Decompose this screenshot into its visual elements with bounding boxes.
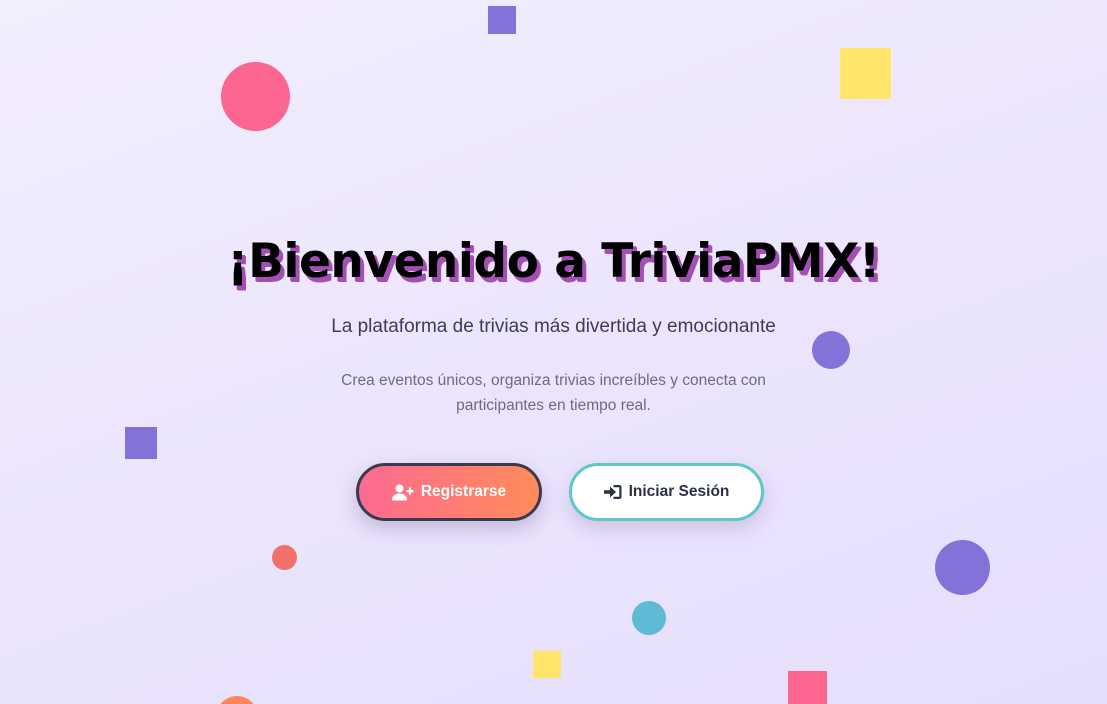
hero-section: ¡Bienvenido a TriviaPMX! La plataforma d…	[0, 222, 1107, 418]
hero-description: Crea eventos únicos, organiza trivias in…	[341, 372, 766, 414]
confetti-circle-teal	[632, 601, 666, 635]
login-button[interactable]: Iniciar Sesión	[569, 463, 764, 521]
confetti-square-purple-left	[125, 427, 157, 459]
sign-in-icon	[603, 484, 622, 500]
user-plus-icon	[391, 484, 414, 501]
register-button-label: Registrarse	[420, 483, 507, 500]
confetti-square-pink-bottom	[788, 671, 827, 704]
action-buttons: Registrarse Iniciar Sesión	[356, 463, 764, 521]
confetti-circle-purple-large	[935, 540, 990, 595]
login-button-label: Iniciar Sesión	[628, 483, 730, 500]
confetti-square-purple-top	[488, 6, 516, 34]
confetti-circle-coral	[272, 545, 297, 570]
confetti-square-yellow-bottom	[533, 651, 561, 678]
confetti-circle-orange-bottom	[216, 696, 258, 704]
hero-subtitle: La plataforma de trivias más divertida y…	[331, 316, 776, 337]
confetti-square-yellow-top	[840, 48, 891, 99]
confetti-circle-pink	[221, 62, 290, 131]
page-title: ¡Bienvenido a TriviaPMX!	[227, 234, 880, 289]
register-button[interactable]: Registrarse	[356, 463, 542, 521]
